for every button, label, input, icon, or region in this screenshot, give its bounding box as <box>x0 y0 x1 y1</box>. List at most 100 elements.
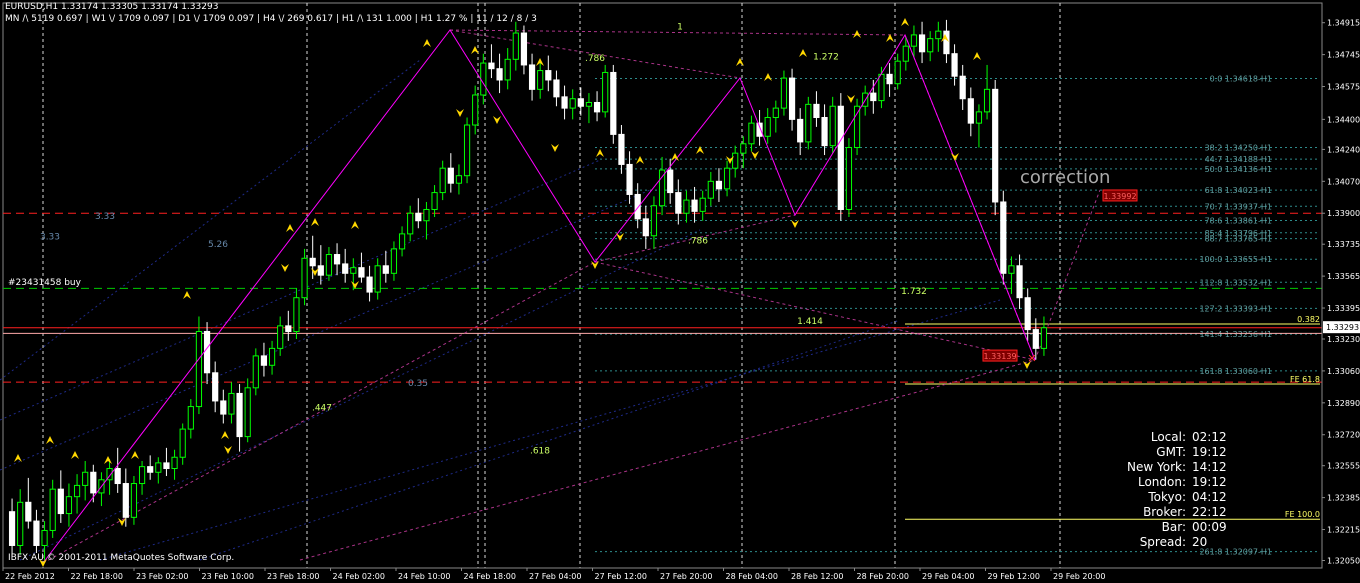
candle-body <box>975 111 983 124</box>
fractal-up-arrow <box>736 58 744 66</box>
fractal-up-arrow <box>46 436 54 444</box>
candle-body <box>244 387 251 438</box>
candle-body <box>390 248 398 274</box>
candle-body <box>65 496 73 515</box>
ratio-label: 3.33 <box>40 233 60 243</box>
x-tick-label: 23 Feb 10:00 <box>202 572 254 581</box>
candle-body <box>691 199 698 212</box>
chart-window[interactable]: 0.0 1.34618-H1 38.2 1.34250-H1 44.7 1.3418… <box>0 0 1360 583</box>
candle-body <box>187 406 194 430</box>
clock-key: Tokyo: <box>1148 490 1186 504</box>
candle-body <box>114 468 121 485</box>
candle-body <box>870 92 877 102</box>
candle-body <box>366 276 373 293</box>
x-tick-label: 29 Feb 12:00 <box>988 572 1040 581</box>
fibo-level-label: 161.8 1.33060-H1 <box>1199 367 1272 376</box>
candle-body <box>959 75 966 100</box>
candle-body <box>748 122 755 145</box>
x-tick-label: 23 Feb 02:00 <box>136 572 188 581</box>
candle-body <box>268 347 276 366</box>
fibo-level-label: 88.7 1.33765-H1 <box>1205 235 1272 244</box>
y-tick-label: 1.32720 <box>1327 431 1360 440</box>
candle-body <box>845 147 853 210</box>
fibo-level-label: 127.2 1.33393-H1 <box>1199 304 1272 313</box>
candle-body <box>537 70 544 90</box>
trend-line <box>99 299 1001 561</box>
candle-body <box>569 98 576 109</box>
candle-body <box>285 325 292 332</box>
candle-body <box>301 257 308 299</box>
candle-body <box>545 70 552 81</box>
candle-body <box>878 73 885 102</box>
y-tick-label: 1.33900 <box>1327 209 1360 218</box>
candle-body <box>25 501 32 522</box>
candle-body <box>33 520 40 546</box>
candle-body <box>155 462 162 473</box>
fractal-up-arrow <box>799 49 807 57</box>
y-tick-label: 1.32890 <box>1327 399 1360 408</box>
candle-body <box>805 103 812 143</box>
fractal-up-arrow <box>221 431 229 439</box>
candle-body <box>602 71 609 113</box>
candle-body <box>642 218 649 237</box>
candle-body <box>715 180 723 190</box>
fractal-up-arrow <box>183 291 191 299</box>
candle-body <box>740 143 747 154</box>
clock-key: New York: <box>1127 460 1186 474</box>
price-box-label: 1.33139 <box>983 352 1016 361</box>
copyright: IBFX AU © 2001-2011 MetaQuotes Software … <box>8 553 235 563</box>
x-tick-label: 27 Feb 20:00 <box>660 572 712 581</box>
candle-body <box>927 38 934 53</box>
fractal-up-arrow <box>286 224 294 232</box>
candle-body <box>593 101 601 113</box>
y-tick-label: 1.32050 <box>1327 556 1360 565</box>
candle-body <box>472 94 479 126</box>
candle-body <box>967 98 974 124</box>
trend-line <box>199 319 901 561</box>
zigzag-line <box>42 29 1036 564</box>
trend-line <box>19 229 701 561</box>
candle-body <box>650 205 658 237</box>
candle-body <box>528 64 536 90</box>
fibo-level-label: 112.8 1.33532-H1 <box>1199 278 1272 287</box>
candle-body <box>398 233 406 250</box>
candle-body <box>374 265 381 293</box>
annotation-title: correction <box>1020 167 1111 188</box>
ratio-label: 3.33 <box>95 212 115 222</box>
x-tick-label: 28 Feb 20:00 <box>857 572 909 581</box>
candle-body <box>179 428 186 458</box>
clock-row: Tokyo: 04:12 <box>1090 490 1250 505</box>
candle-body <box>236 392 243 438</box>
x-tick-label: 29 Feb 04:00 <box>922 572 974 581</box>
y-tick-label: 1.32215 <box>1327 526 1360 535</box>
candle-body <box>260 355 268 366</box>
fractal-down-arrow <box>351 281 359 289</box>
fractal-up-arrow <box>311 218 319 226</box>
y-tick-label: 1.33230 <box>1327 335 1360 344</box>
fibo-level-label: 100.0 1.33655-H1 <box>1199 255 1272 264</box>
candle-body <box>1032 329 1039 349</box>
y-tick-label: 1.33735 <box>1327 240 1360 249</box>
fractal-up-arrow <box>14 454 22 462</box>
candle-body <box>658 169 666 207</box>
candle-body <box>439 167 446 194</box>
y-tick-label: 1.33395 <box>1327 304 1360 313</box>
candle-body <box>463 124 471 177</box>
clock-row: Broker: 22:12 <box>1090 505 1250 520</box>
candle-body <box>585 101 593 107</box>
candle-body <box>886 73 893 85</box>
x-tick-label: 28 Feb 12:00 <box>791 572 843 581</box>
candle-body <box>626 163 633 195</box>
clock-value: 19:12 <box>1192 445 1227 459</box>
candle-body <box>894 60 901 85</box>
y-tick-label: 1.34240 <box>1327 145 1360 154</box>
clock-value: 00:09 <box>1192 520 1227 534</box>
candle-body <box>358 267 365 278</box>
fractal-up-arrow <box>764 73 772 81</box>
candle-body <box>423 208 430 222</box>
ratio-label: 5.26 <box>208 240 228 250</box>
candle-body <box>951 53 958 77</box>
candle-body <box>333 254 341 265</box>
candle-body <box>520 32 528 66</box>
fe-label: FE 100.0 <box>1285 510 1320 519</box>
